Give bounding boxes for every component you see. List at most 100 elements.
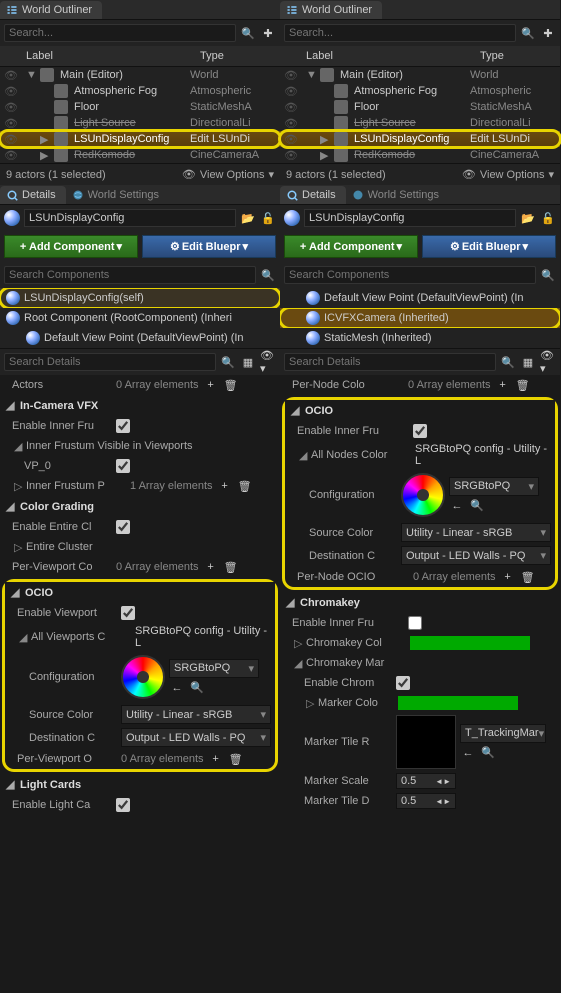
outliner-row[interactable]: 👁▶RedKomodoCineCameraA <box>0 147 280 163</box>
component-row[interactable]: Default View Point (DefaultViewPoint) (I… <box>0 328 280 348</box>
components-search-input[interactable] <box>284 266 536 284</box>
details-search-input[interactable] <box>284 353 496 371</box>
eye-icon[interactable]: 👁▾ <box>260 354 276 370</box>
visibility-icon[interactable]: 👁 <box>4 101 18 114</box>
color-swatch[interactable] <box>410 636 530 650</box>
visibility-icon[interactable]: 👁 <box>284 133 298 146</box>
vp0-checkbox[interactable] <box>116 459 130 473</box>
tab-world-outliner[interactable]: World Outliner <box>0 1 102 19</box>
triangle-down-icon[interactable]: ◢ <box>17 631 27 644</box>
search-icon[interactable]: 🔍 <box>189 680 205 696</box>
outliner-row[interactable]: 👁FloorStaticMeshA <box>280 99 560 115</box>
search-icon[interactable]: 🔍 <box>520 25 536 41</box>
outliner-row[interactable]: 👁▶LSUnDisplayConfigEdit LSUnDi <box>0 131 280 147</box>
add-component-button[interactable]: + Add Component▾ <box>284 235 418 258</box>
triangle-right-icon[interactable]: ▷ <box>304 697 314 710</box>
clear-array-icon[interactable]: 🗑 <box>237 478 253 494</box>
clear-array-icon[interactable]: 🗑 <box>520 569 536 585</box>
visibility-icon[interactable]: 👁 <box>4 149 18 162</box>
dest-color-dropdown[interactable]: Output - LED Walls - PQ▾ <box>121 728 271 747</box>
triangle-right-icon[interactable]: ▷ <box>12 480 22 493</box>
visibility-icon[interactable]: 👁 <box>284 69 298 82</box>
add-array-icon[interactable]: + <box>208 751 224 767</box>
visibility-icon[interactable]: 👁 <box>4 117 18 130</box>
triangle-right-icon[interactable]: ▷ <box>292 637 302 650</box>
component-row[interactable]: ICVFXCamera (Inherited) <box>280 308 560 328</box>
add-array-icon[interactable]: + <box>203 559 219 575</box>
header-label[interactable]: Label <box>0 48 194 64</box>
texture-thumbnail[interactable] <box>396 715 456 769</box>
eye-icon[interactable]: 👁▾ <box>540 354 556 370</box>
expand-icon[interactable]: ▶ <box>320 133 330 146</box>
add-array-icon[interactable]: + <box>203 377 219 393</box>
lock-icon[interactable]: 🔓 <box>540 210 556 226</box>
triangle-down-icon[interactable]: ◢ <box>292 657 302 670</box>
header-label[interactable]: Label <box>280 48 474 64</box>
view-options-button[interactable]: 👁 View Options ▾ <box>182 168 274 181</box>
outliner-row[interactable]: 👁▶LSUnDisplayConfigEdit LSUnDi <box>280 131 560 147</box>
clear-array-icon[interactable]: 🗑 <box>228 751 244 767</box>
source-color-dropdown[interactable]: Utility - Linear - sRGB▾ <box>401 523 551 542</box>
outliner-row[interactable]: 👁Atmospheric FogAtmospheric <box>0 83 280 99</box>
chroma-enable-inner-checkbox[interactable] <box>408 616 422 630</box>
source-color-dropdown[interactable]: Utility - Linear - sRGB▾ <box>121 705 271 724</box>
visibility-icon[interactable]: 👁 <box>284 85 298 98</box>
triangle-right-icon[interactable]: ▷ <box>12 541 22 554</box>
section-color-grading[interactable]: ◢Color Grading <box>0 496 280 517</box>
section-light-cards[interactable]: ◢Light Cards <box>0 774 280 795</box>
dest-color-dropdown[interactable]: Output - LED Walls - PQ▾ <box>401 546 551 565</box>
back-icon[interactable]: ← <box>460 745 476 761</box>
actor-name-input[interactable] <box>304 209 516 227</box>
add-component-button[interactable]: + Add Component▾ <box>4 235 138 258</box>
view-options-button[interactable]: 👁 View Options ▾ <box>462 168 554 181</box>
marker-tile-dropdown[interactable]: T_TrackingMar▾ <box>460 724 546 743</box>
visibility-icon[interactable]: 👁 <box>284 149 298 162</box>
enable-entire-checkbox[interactable] <box>116 520 130 534</box>
marker-tile-d-spinner[interactable]: 0.5◄► <box>396 793 456 809</box>
visibility-icon[interactable]: 👁 <box>4 69 18 82</box>
section-chromakey[interactable]: ◢Chromakey <box>280 592 560 613</box>
visibility-icon[interactable]: 👁 <box>284 117 298 130</box>
tab-world-outliner[interactable]: World Outliner <box>280 1 382 19</box>
browse-icon[interactable]: 📂 <box>520 210 536 226</box>
add-array-icon[interactable]: + <box>500 569 516 585</box>
marker-scale-spinner[interactable]: 0.5◄► <box>396 773 456 789</box>
component-row[interactable]: Default View Point (DefaultViewPoint) (I… <box>280 288 560 308</box>
clear-array-icon[interactable]: 🗑 <box>515 377 531 393</box>
grid-icon[interactable]: ▦ <box>520 354 536 370</box>
search-icon[interactable]: 🔍 <box>260 267 276 283</box>
actor-name-input[interactable] <box>24 209 236 227</box>
expand-icon[interactable]: ▼ <box>26 69 36 81</box>
visibility-icon[interactable]: 👁 <box>4 85 18 98</box>
triangle-down-icon[interactable]: ◢ <box>12 440 22 453</box>
enable-inner-checkbox[interactable] <box>116 419 130 433</box>
search-icon[interactable]: 🔍 <box>220 354 236 370</box>
outliner-search-input[interactable] <box>4 24 236 42</box>
add-array-icon[interactable]: + <box>217 478 233 494</box>
back-icon[interactable]: ← <box>169 680 185 696</box>
enable-light-cards-checkbox[interactable] <box>116 798 130 812</box>
outliner-row[interactable]: 👁Atmospheric FogAtmospheric <box>280 83 560 99</box>
header-type[interactable]: Type <box>474 48 560 64</box>
expand-icon[interactable]: ▶ <box>320 149 330 162</box>
enable-viewport-checkbox[interactable] <box>121 606 135 620</box>
search-icon[interactable]: 🔍 <box>480 745 496 761</box>
enable-inner-ocio-checkbox[interactable] <box>413 424 427 438</box>
expand-icon[interactable]: ▶ <box>40 149 50 162</box>
add-array-icon[interactable]: + <box>495 377 511 393</box>
expand-icon[interactable]: ▶ <box>40 133 50 146</box>
expand-icon[interactable]: ▼ <box>306 69 316 81</box>
components-search-input[interactable] <box>4 266 256 284</box>
search-icon[interactable]: 🔍 <box>540 267 556 283</box>
details-search-input[interactable] <box>4 353 216 371</box>
outliner-row[interactable]: 👁▶RedKomodoCineCameraA <box>280 147 560 163</box>
component-row[interactable]: StaticMesh (Inherited) <box>280 328 560 348</box>
outliner-search-input[interactable] <box>284 24 516 42</box>
tab-world-settings[interactable]: World Settings <box>66 186 169 204</box>
clear-array-icon[interactable]: 🗑 <box>223 559 239 575</box>
clear-array-icon[interactable]: 🗑 <box>223 377 239 393</box>
section-ocio[interactable]: ◢OCIO <box>5 582 275 603</box>
lock-icon[interactable]: 🔓 <box>260 210 276 226</box>
visibility-icon[interactable]: 👁 <box>4 133 18 146</box>
tab-world-settings[interactable]: World Settings <box>346 186 449 204</box>
